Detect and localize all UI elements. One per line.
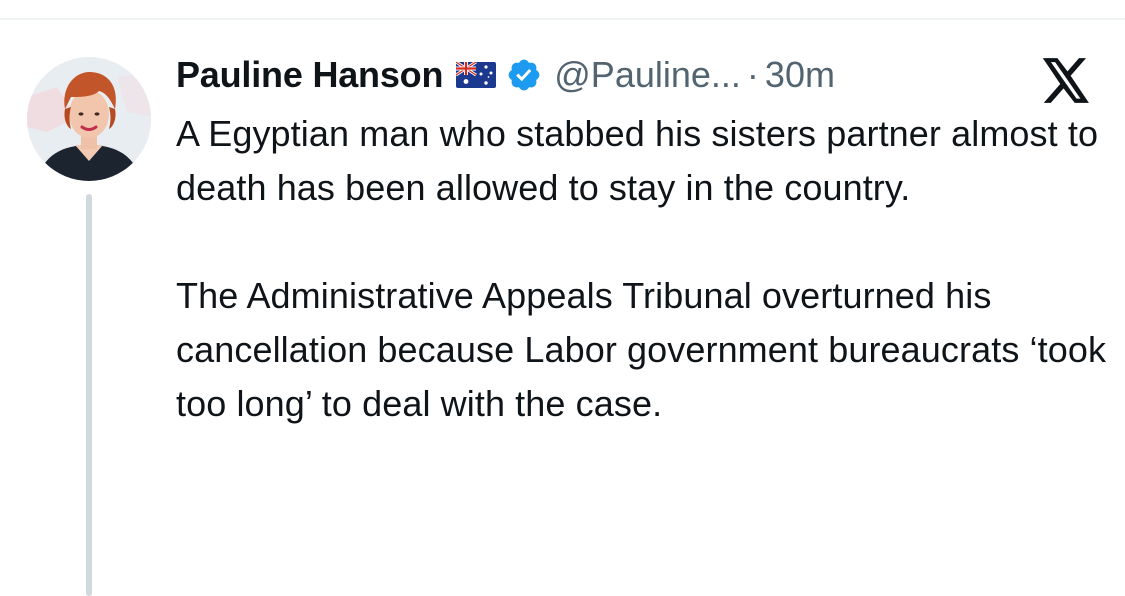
top-divider — [0, 18, 1125, 20]
tweet-paragraph: The Administrative Appeals Tribunal over… — [176, 275, 1107, 424]
verified-badge-icon[interactable] — [506, 57, 542, 93]
author-name[interactable]: Pauline Hanson — [176, 54, 443, 96]
tweet-paragraph: A Egyptian man who stabbed his sisters p… — [176, 113, 1099, 208]
tweet-card: Pauline Hanson @Pauline... · 30m A Egypt… — [0, 0, 1125, 596]
australia-flag-icon — [455, 60, 497, 88]
x-logo-icon[interactable] — [1041, 58, 1091, 104]
tweet-body: A Egyptian man who stabbed his sisters p… — [176, 107, 1111, 431]
avatar[interactable] — [27, 57, 151, 181]
thread-line — [86, 194, 92, 596]
author-handle[interactable]: @Pauline... — [554, 54, 741, 96]
post-time[interactable]: 30m — [765, 54, 835, 96]
separator-dot: · — [746, 54, 759, 95]
tweet-header: Pauline Hanson @Pauline... · 30m — [176, 52, 835, 98]
